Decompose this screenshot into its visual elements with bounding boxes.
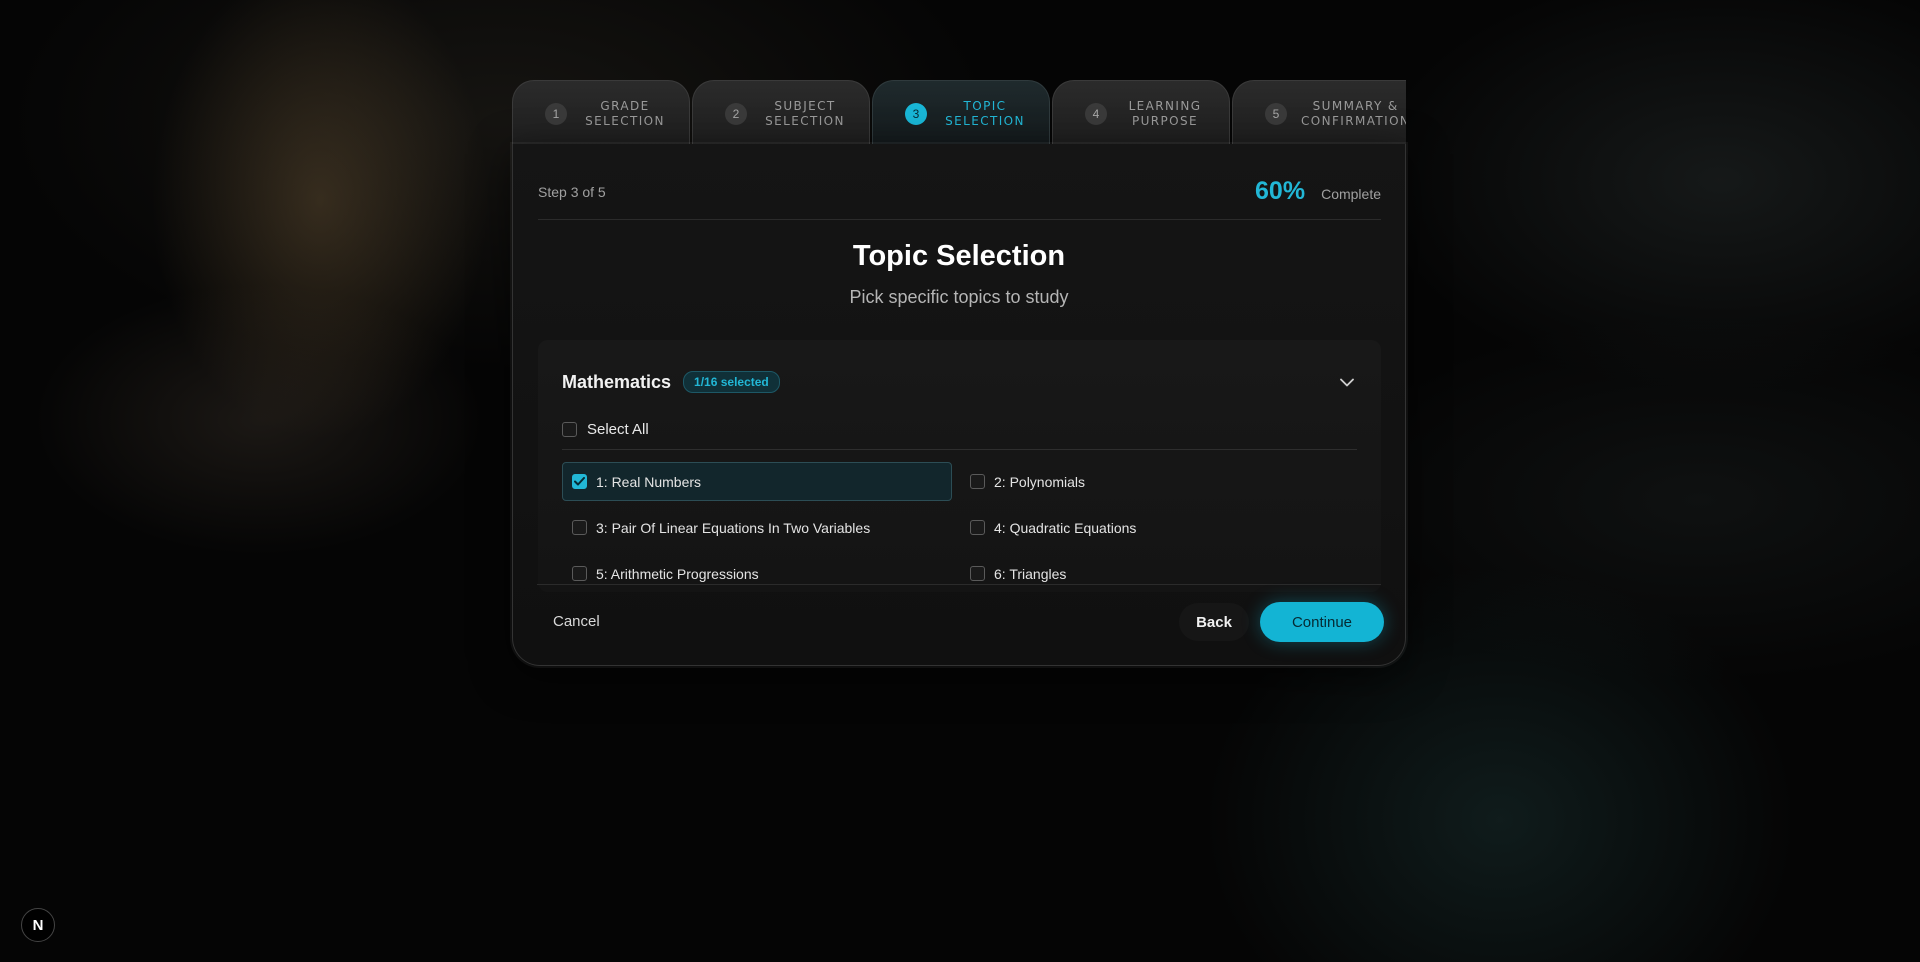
tab-number: 3 [905,102,927,125]
stepper-tabs: 1 GRADE SELECTION 2 SUBJECT SELECTION 3 … [512,80,1406,146]
select-all-label: Select All [587,421,649,438]
tab-topic-selection[interactable]: 3 TOPIC SELECTION [872,80,1050,146]
checkmark-icon [574,477,585,486]
topic-label: 4: Quadratic Equations [994,519,1137,536]
tab-number: 2 [725,102,747,125]
topic-checkbox[interactable] [970,566,985,581]
continue-button[interactable]: Continue [1260,602,1384,642]
topic-list: 1: Real Numbers 2: Polynomials 3: Pair O… [562,462,1352,592]
topic-label: 5: Arithmetic Progressions [596,565,759,582]
back-button[interactable]: Back [1179,603,1249,641]
footer-divider [537,584,1381,585]
tab-number: 1 [545,102,567,125]
framework-badge-icon[interactable]: N [21,908,55,942]
step-header: Step 3 of 5 60% Complete [538,164,1381,220]
tab-label: TOPIC SELECTION [945,98,1025,128]
page-subtitle: Pick specific topics to study [849,287,1069,307]
progress-indicator: 60% Complete [1255,177,1381,206]
step-indicator: Step 3 of 5 [538,183,606,200]
progress-label: Complete [1321,186,1381,202]
topic-label: 3: Pair Of Linear Equations In Two Varia… [596,519,871,536]
selected-count-badge: 1/16 selected [683,371,780,393]
topic-label: 6: Triangles [994,565,1067,582]
tab-learning-purpose[interactable]: 4 LEARNING PURPOSE [1052,80,1230,146]
topic-checkbox[interactable] [970,474,985,489]
select-all-row[interactable]: Select All [562,418,1357,450]
section-title: Mathematics [562,371,672,392]
page-title: Topic Selection [852,240,1066,272]
topic-label: 1: Real Numbers [596,473,702,490]
tab-label: SUMMARY & CONFIRMATION [1301,98,1406,128]
topic-item[interactable]: 3: Pair Of Linear Equations In Two Varia… [562,508,952,547]
chevron-down-icon[interactable] [1337,372,1357,392]
topic-checkbox[interactable] [572,474,587,489]
progress-percent: 60% [1255,177,1306,205]
topic-label: 2: Polynomials [994,473,1086,490]
tab-label: SUBJECT SELECTION [765,98,845,128]
tab-label: LEARNING PURPOSE [1128,98,1202,128]
subject-section: Mathematics 1/16 selected Select All 1: … [538,340,1381,592]
tab-subject-selection[interactable]: 2 SUBJECT SELECTION [692,80,870,146]
topic-checkbox[interactable] [572,566,587,581]
topic-checkbox[interactable] [572,520,587,535]
topic-item[interactable]: 2: Polynomials [960,462,1350,501]
cancel-button[interactable]: Cancel [553,603,600,641]
topic-checkbox[interactable] [970,520,985,535]
topic-item[interactable]: 5: Arithmetic Progressions [562,554,952,592]
tab-number: 5 [1265,102,1287,125]
topic-item[interactable]: 6: Triangles [960,554,1350,592]
wizard-card: Step 3 of 5 60% Complete Topic Selection… [512,144,1406,666]
select-all-checkbox[interactable] [562,422,577,437]
section-header[interactable]: Mathematics 1/16 selected [562,370,1357,394]
tab-label: GRADE SELECTION [585,98,665,128]
tab-number: 4 [1085,102,1107,125]
topic-item[interactable]: 1: Real Numbers [562,462,952,501]
tab-grade-selection[interactable]: 1 GRADE SELECTION [512,80,690,146]
tab-summary-confirmation[interactable]: 5 SUMMARY & CONFIRMATION [1232,80,1406,146]
topic-item[interactable]: 4: Quadratic Equations [960,508,1350,547]
